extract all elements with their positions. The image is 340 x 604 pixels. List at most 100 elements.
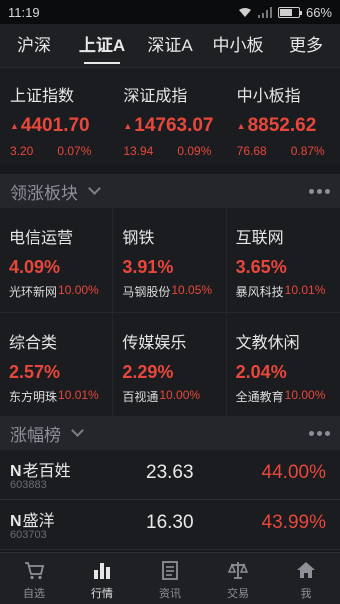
index-card[interactable]: 上证指数 ▲ 4401.70 3.20 0.07% <box>0 68 113 164</box>
index-card[interactable]: 深证成指 ▲ 14763.07 13.94 0.09% <box>113 68 226 164</box>
sector-pct: 2.04% <box>235 362 287 382</box>
index-value-text: 8852.62 <box>247 115 317 136</box>
index-change-value: 76.68 <box>236 144 267 158</box>
status-bar: 11:19 66% <box>0 0 340 24</box>
leader-name: 暴风科技 <box>235 285 284 299</box>
sector-leader: 马钢股份 10.05% <box>122 283 225 300</box>
sector-name: 钢铁 <box>122 230 155 247</box>
index-value-text: 4401.70 <box>20 115 90 136</box>
up-arrow-icon: ▲ <box>236 121 246 131</box>
leader-name: 百视通 <box>122 390 159 404</box>
gainers-section-header[interactable]: 涨幅榜 <box>0 416 340 450</box>
sector-leader: 全通教育 10.00% <box>236 388 340 405</box>
index-change-value: 3.20 <box>10 144 34 158</box>
sector-cell[interactable]: 互联网 3.65% 暴风科技 10.01% <box>226 208 340 313</box>
index-change: 76.68 0.87% <box>237 144 340 158</box>
sector-cell[interactable]: 电信运营 4.09% 光环新网 10.00% <box>0 208 114 313</box>
chevron-down-icon[interactable] <box>71 424 84 437</box>
stock-name-text: 老百姓 <box>22 463 71 480</box>
index-value: ▲ 8852.62 <box>237 115 340 137</box>
leader-pct: 10.00% <box>58 283 99 297</box>
cart-icon <box>25 562 45 580</box>
sector-pct: 2.29% <box>122 362 174 382</box>
index-name: 上证指数 <box>10 88 75 105</box>
nav-me[interactable]: 我 <box>272 553 340 604</box>
up-arrow-icon: ▲ <box>123 121 133 131</box>
index-value: ▲ 4401.70 <box>10 115 113 137</box>
stock-change-pct: 44.00% <box>261 462 326 483</box>
signal-icon <box>257 6 272 18</box>
home-icon <box>297 562 315 578</box>
sector-name: 综合类 <box>9 335 58 352</box>
index-value: ▲ 14763.07 <box>123 115 226 137</box>
nav-label: 我 <box>300 588 312 600</box>
nav-trade[interactable]: 交易 <box>204 553 272 604</box>
index-name: 中小板指 <box>236 88 301 105</box>
sector-cell[interactable]: 传媒娱乐 2.29% 百视通 10.00% <box>113 313 227 418</box>
nav-label: 行情 <box>91 588 113 600</box>
stock-price: 16.30 <box>146 512 194 533</box>
nav-watchlist[interactable]: 自选 <box>0 553 68 604</box>
leader-pct: 10.00% <box>159 388 201 402</box>
leader-name: 光环新网 <box>9 285 58 299</box>
bar-chart-icon <box>94 563 110 579</box>
leader-pct: 10.00% <box>284 388 326 402</box>
stock-change-pct: 43.99% <box>261 512 326 533</box>
sector-cell[interactable]: 钢铁 3.91% 马钢股份 10.05% <box>113 208 227 313</box>
index-summary: 上证指数 ▲ 4401.70 3.20 0.07% 深证成指 ▲ 14763.07 1… <box>0 68 340 164</box>
tab-sme-board[interactable]: 中小板 <box>204 24 272 68</box>
up-arrow-icon: ▲ <box>10 121 19 131</box>
new-listing-badge: N <box>10 463 22 480</box>
sectors-section-header[interactable]: 领涨板块 <box>0 174 340 208</box>
sector-name: 传媒娱乐 <box>122 335 187 352</box>
nav-label: 资讯 <box>159 588 181 600</box>
battery-percent: 66% <box>305 4 332 20</box>
index-change-pct: 0.07% <box>57 144 92 158</box>
status-time: 11:19 <box>8 4 40 20</box>
sector-cell[interactable]: 文教休闲 2.04% 全通教育 10.00% <box>226 313 340 418</box>
index-card[interactable]: 中小板指 ▲ 8852.62 76.68 0.87% <box>227 68 340 164</box>
new-listing-badge: N <box>10 513 22 530</box>
bottom-nav: 自选 行情 资讯 交易 我 <box>0 552 340 604</box>
stock-name: N老百姓 <box>10 457 71 481</box>
leader-pct: 10.01% <box>284 283 326 297</box>
sector-leader: 暴风科技 10.01% <box>236 283 340 300</box>
stock-code: 603883 <box>10 479 47 491</box>
nav-news[interactable]: 资讯 <box>136 553 204 604</box>
index-change: 13.94 0.09% <box>123 144 226 158</box>
sector-leader: 东方明珠 10.01% <box>9 388 112 405</box>
more-options-icon[interactable] <box>309 188 330 194</box>
sector-pct: 4.09% <box>9 257 61 277</box>
index-change-pct: 0.87% <box>290 144 325 158</box>
index-change-pct: 0.09% <box>177 144 212 158</box>
scale-icon <box>227 562 249 579</box>
tab-hushen[interactable]: 沪深 <box>0 24 68 68</box>
section-title: 领涨板块 <box>10 183 78 203</box>
tab-more[interactable]: 更多 <box>272 24 340 68</box>
market-tabs: 沪深 上证A 深证A 中小板 更多 <box>0 24 340 68</box>
stock-name-text: 盛洋 <box>22 513 55 530</box>
sector-pct: 3.65% <box>235 257 287 277</box>
leader-pct: 10.01% <box>58 388 99 402</box>
section-title: 涨幅榜 <box>10 425 61 445</box>
sector-name: 文教休闲 <box>235 335 300 352</box>
nav-label: 交易 <box>227 588 249 600</box>
more-options-icon[interactable] <box>309 430 330 436</box>
sector-leader: 百视通 10.00% <box>122 388 225 405</box>
tab-shanghai-a[interactable]: 上证A <box>68 24 136 68</box>
sector-name: 互联网 <box>235 230 284 247</box>
chevron-down-icon[interactable] <box>88 182 101 195</box>
nav-label: 自选 <box>23 588 45 600</box>
sector-pct: 2.57% <box>9 362 61 382</box>
news-icon <box>162 561 178 580</box>
leader-name: 东方明珠 <box>9 390 58 404</box>
sector-cell[interactable]: 综合类 2.57% 东方明珠 10.01% <box>0 313 114 418</box>
stock-price: 23.63 <box>146 462 194 483</box>
tab-shenzhen-a[interactable]: 深证A <box>136 24 204 68</box>
index-name: 深证成指 <box>123 88 188 105</box>
table-row[interactable]: N老百姓 603883 23.63 44.00% <box>0 450 340 500</box>
nav-quotes[interactable]: 行情 <box>68 553 136 604</box>
table-row[interactable]: N盛洋 603703 16.30 43.99% <box>0 500 340 550</box>
status-icons: 66% <box>238 5 332 20</box>
leader-name: 马钢股份 <box>122 285 171 299</box>
